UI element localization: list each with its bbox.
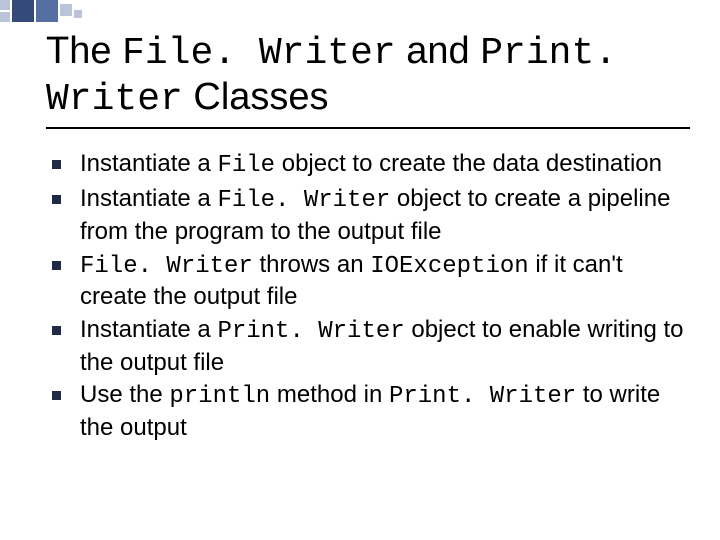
- text: throws an: [253, 251, 370, 278]
- text: Instantiate a: [80, 150, 217, 177]
- text: method in: [270, 381, 389, 408]
- code: File: [217, 152, 275, 179]
- title-part: Classes: [183, 76, 329, 118]
- code: Print. Writer: [217, 318, 404, 345]
- list-item: Instantiate a Print. Writer object to en…: [46, 315, 690, 378]
- title-code: File. Writer: [122, 32, 396, 75]
- code: IOException: [370, 253, 528, 280]
- list-item: Instantiate a File object to create the …: [46, 149, 690, 182]
- bullet-list: Instantiate a File object to create the …: [46, 149, 690, 443]
- corner-decoration: [0, 0, 92, 30]
- list-item: Use the println method in Print. Writer …: [46, 380, 690, 443]
- list-item: Instantiate a File. Writer object to cre…: [46, 184, 690, 247]
- title-part: The: [46, 30, 122, 72]
- slide-title: The File. Writer and Print. Writer Class…: [46, 30, 690, 129]
- text: object to create the data destination: [275, 150, 662, 177]
- text: Instantiate a: [80, 185, 217, 212]
- text: Instantiate a: [80, 316, 217, 343]
- code: File. Writer: [80, 253, 253, 280]
- code: println: [169, 383, 270, 410]
- list-item: File. Writer throws an IOException if it…: [46, 250, 690, 313]
- title-part: and: [396, 30, 481, 72]
- code: Print. Writer: [389, 383, 576, 410]
- text: Use the: [80, 381, 169, 408]
- slide-content: The File. Writer and Print. Writer Class…: [46, 30, 690, 446]
- code: File. Writer: [217, 187, 390, 214]
